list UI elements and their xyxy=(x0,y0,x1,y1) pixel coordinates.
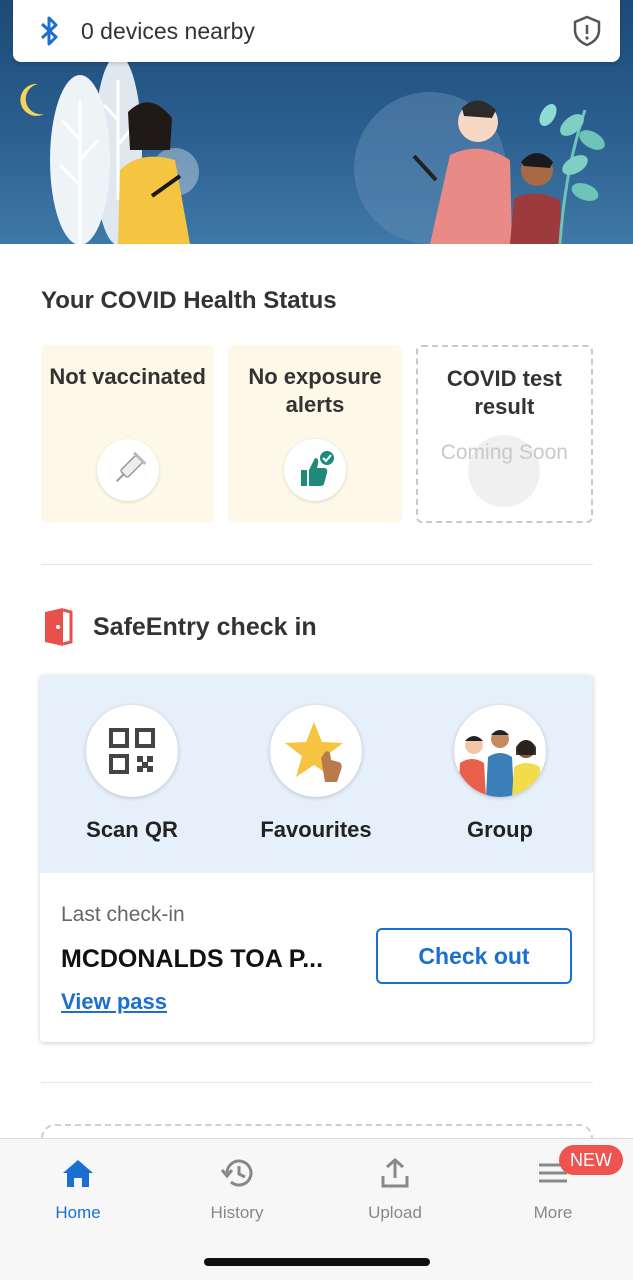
vaccination-status-label: Not vaccinated xyxy=(49,364,206,389)
health-status-cards: Not vaccinated No exposure alerts COVID … xyxy=(41,345,593,523)
history-icon xyxy=(217,1155,257,1191)
safeentry-title: SafeEntry check in xyxy=(93,612,317,641)
covid-test-result-card: COVID test result Coming Soon xyxy=(415,345,593,523)
syringe-icon xyxy=(96,439,159,501)
group-label: Group xyxy=(467,817,533,842)
exposure-alerts-card[interactable]: No exposure alerts xyxy=(228,345,402,523)
section-divider xyxy=(41,564,593,565)
scan-qr-label: Scan QR xyxy=(86,817,178,842)
moon-icon xyxy=(20,83,44,116)
favourites-button[interactable]: Favourites xyxy=(251,705,381,843)
tab-more-label: More xyxy=(533,1203,573,1222)
favourites-label: Favourites xyxy=(260,817,372,842)
thumbs-up-check-icon xyxy=(283,439,346,501)
home-icon xyxy=(58,1155,98,1191)
tab-upload-label: Upload xyxy=(368,1203,422,1222)
bluetooth-status-bar[interactable]: 0 devices nearby xyxy=(13,0,620,62)
tab-upload[interactable]: Upload xyxy=(335,1155,455,1223)
tab-home-label: Home xyxy=(55,1203,101,1222)
check-out-button[interactable]: Check out xyxy=(376,928,572,984)
safeentry-card: Scan QR Favourites Group Last check-in M… xyxy=(40,675,593,1042)
section-divider xyxy=(41,1082,593,1083)
scan-qr-button[interactable]: Scan QR xyxy=(67,705,197,843)
health-status-title: Your COVID Health Status xyxy=(41,287,337,314)
group-icon xyxy=(454,705,546,797)
shield-icon[interactable] xyxy=(572,15,602,47)
bluetooth-icon xyxy=(35,13,65,49)
door-icon xyxy=(45,608,73,646)
last-checkin-place: MCDONALDS TOA P... xyxy=(61,945,324,973)
upload-icon xyxy=(375,1155,415,1191)
safeentry-actions: Scan QR Favourites Group xyxy=(40,675,593,873)
group-button[interactable]: Group xyxy=(435,705,565,843)
star-icon xyxy=(270,705,362,797)
new-badge: NEW xyxy=(559,1145,623,1175)
vaccination-status-card[interactable]: Not vaccinated xyxy=(41,345,215,523)
safeentry-header: SafeEntry check in xyxy=(41,606,317,648)
view-pass-link[interactable]: View pass xyxy=(61,989,167,1015)
tab-home[interactable]: Home xyxy=(18,1155,138,1223)
covid-test-label: COVID test result xyxy=(446,366,562,419)
tab-history-label: History xyxy=(210,1203,264,1222)
tab-history[interactable]: History xyxy=(177,1155,297,1223)
coming-soon-text: Coming Soon xyxy=(440,441,568,464)
devices-nearby-text: 0 devices nearby xyxy=(81,17,255,44)
last-checkin-section: Last check-in MCDONALDS TOA P... View pa… xyxy=(40,873,593,1042)
qr-code-icon xyxy=(86,705,178,797)
exposure-alerts-label: No exposure alerts xyxy=(248,364,382,417)
last-checkin-label: Last check-in xyxy=(61,903,185,926)
home-indicator xyxy=(204,1258,430,1266)
